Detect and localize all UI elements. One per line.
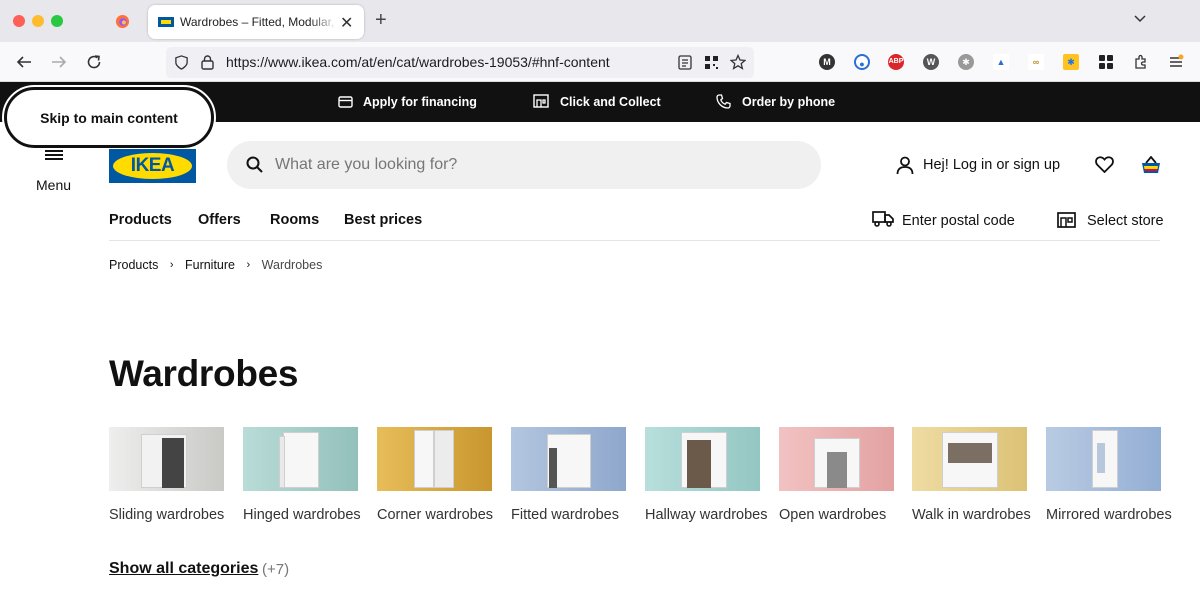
select-store-link[interactable]: Select store — [1087, 213, 1164, 229]
store-icon[interactable] — [1057, 212, 1076, 228]
category-image[interactable] — [645, 427, 760, 491]
category-image[interactable] — [109, 427, 224, 491]
category-label[interactable]: Corner wardrobes — [377, 505, 507, 526]
extension-triangle-icon[interactable]: ▲ — [993, 54, 1009, 70]
category-hallway-wardrobes[interactable]: Hallway wardrobes — [645, 427, 768, 523]
apply-financing-link[interactable]: Apply for financing — [363, 95, 477, 109]
category-label[interactable]: Hallway wardrobes — [645, 505, 775, 526]
nav-rooms[interactable]: Rooms — [270, 212, 319, 228]
forward-arrow-icon[interactable] — [50, 53, 68, 71]
nav-offers[interactable]: Offers — [198, 212, 241, 228]
minimize-window-button[interactable] — [32, 15, 44, 27]
hamburger-menu-icon[interactable] — [45, 150, 63, 160]
tab-close-icon[interactable]: ✕ — [340, 13, 353, 33]
extension-gear-icon[interactable]: ✱ — [958, 54, 974, 70]
category-corner-wardrobes[interactable]: Corner wardrobes — [377, 427, 493, 523]
category-label[interactable]: Sliding wardrobes — [109, 505, 239, 526]
logo-text: IKEA — [130, 155, 175, 176]
extensions-grid-icon[interactable] — [1098, 54, 1114, 70]
breadcrumb-wardrobes: Wardrobes — [261, 257, 323, 272]
nav-products[interactable]: Products — [109, 212, 172, 228]
tab-list-chevron-icon[interactable] — [1133, 12, 1147, 26]
heart-favourites-icon[interactable] — [1095, 156, 1114, 173]
app-menu-icon[interactable] — [1168, 54, 1184, 70]
chevron-right-icon: › — [169, 258, 174, 271]
search-icon[interactable] — [246, 156, 263, 173]
bookmark-star-icon[interactable] — [730, 54, 746, 70]
extension-w-icon[interactable]: W — [923, 54, 939, 70]
close-window-button[interactable] — [13, 15, 25, 27]
order-phone-link[interactable]: Order by phone — [742, 95, 835, 109]
maximize-window-button[interactable] — [51, 15, 63, 27]
lock-icon[interactable] — [201, 55, 214, 70]
category-walk-in-wardrobes[interactable]: Walk in wardrobes — [912, 427, 1031, 523]
category-sliding-wardrobes[interactable]: Sliding wardrobes — [109, 427, 224, 523]
search-bar[interactable] — [227, 141, 821, 189]
extension-m-icon[interactable]: M — [819, 54, 835, 70]
category-image[interactable] — [779, 427, 894, 491]
ikea-logo[interactable]: IKEA — [109, 149, 196, 183]
active-tab[interactable]: Wardrobes – Fitted, Modular, Fr ✕ — [148, 5, 364, 39]
page-title: Wardrobes — [109, 353, 299, 394]
category-open-wardrobes[interactable]: Open wardrobes — [779, 427, 894, 523]
nav-divider — [109, 240, 1160, 241]
click-collect-link[interactable]: Click and Collect — [560, 95, 661, 109]
new-tab-icon[interactable]: + — [375, 9, 387, 32]
skip-link-label: Skip to main content — [40, 110, 178, 126]
category-image[interactable] — [243, 427, 358, 491]
category-fitted-wardrobes[interactable]: Fitted wardrobes — [511, 427, 626, 523]
back-arrow-icon[interactable] — [15, 53, 33, 71]
browser-nav-bar: https://www.ikea.com/at/en/cat/wardrobes… — [0, 42, 1200, 82]
show-all-categories-link[interactable]: Show all categories — [109, 560, 258, 578]
tab-title: Wardrobes – Fitted, Modular, Fr — [180, 15, 338, 29]
category-label[interactable]: Fitted wardrobes — [511, 505, 641, 526]
puzzle-extensions-icon[interactable] — [1133, 54, 1149, 70]
category-label[interactable]: Open wardrobes — [779, 505, 909, 526]
category-label[interactable]: Hinged wardrobes — [243, 505, 373, 526]
store-building-icon — [533, 94, 549, 108]
breadcrumb-products[interactable]: Products — [109, 258, 158, 272]
category-image[interactable] — [511, 427, 626, 491]
login-link[interactable]: Hej! Log in or sign up — [923, 157, 1060, 173]
ikea-favicon-icon — [158, 17, 174, 27]
browser-tab-bar: Wardrobes – Fitted, Modular, Fr ✕ + — [0, 0, 1200, 42]
shopping-basket-icon[interactable] — [1141, 156, 1161, 174]
chevron-right-icon: › — [246, 258, 251, 271]
menu-label[interactable]: Menu — [36, 177, 71, 193]
category-image[interactable] — [377, 427, 492, 491]
category-image[interactable] — [1046, 427, 1161, 491]
category-hinged-wardrobes[interactable]: Hinged wardrobes — [243, 427, 361, 523]
reader-view-icon[interactable] — [678, 55, 692, 70]
skip-to-main-content-link[interactable]: Skip to main content — [2, 85, 216, 150]
breadcrumb-furniture[interactable]: Furniture — [185, 258, 235, 272]
category-label[interactable]: Mirrored wardrobes — [1046, 505, 1176, 526]
qr-code-icon[interactable] — [704, 55, 719, 70]
url-text[interactable]: https://www.ikea.com/at/en/cat/wardrobes… — [226, 54, 610, 70]
delivery-truck-icon[interactable] — [872, 211, 894, 227]
phone-icon — [716, 94, 731, 109]
extension-password-icon[interactable]: ● — [854, 54, 870, 70]
credit-card-icon — [338, 96, 353, 108]
user-icon[interactable] — [896, 156, 914, 175]
extension-walmart-icon[interactable]: ✱ — [1063, 54, 1079, 70]
postal-code-link[interactable]: Enter postal code — [902, 213, 1015, 229]
show-all-count: (+7) — [262, 561, 290, 578]
search-input[interactable] — [275, 153, 795, 177]
category-image[interactable] — [912, 427, 1027, 491]
category-mirrored-wardrobes[interactable]: Mirrored wardrobes — [1046, 427, 1172, 523]
address-bar[interactable]: https://www.ikea.com/at/en/cat/wardrobes… — [166, 47, 754, 78]
breadcrumb: Products › Furniture › Wardrobes — [109, 257, 322, 272]
adblock-plus-icon[interactable]: ABP — [888, 54, 904, 70]
extension-glasses-icon[interactable]: ∞ — [1028, 54, 1044, 70]
reload-icon[interactable] — [85, 53, 103, 71]
nav-best-prices[interactable]: Best prices — [344, 212, 422, 228]
category-label[interactable]: Walk in wardrobes — [912, 505, 1042, 526]
firefox-icon[interactable] — [115, 14, 130, 29]
shield-icon[interactable] — [174, 55, 189, 70]
